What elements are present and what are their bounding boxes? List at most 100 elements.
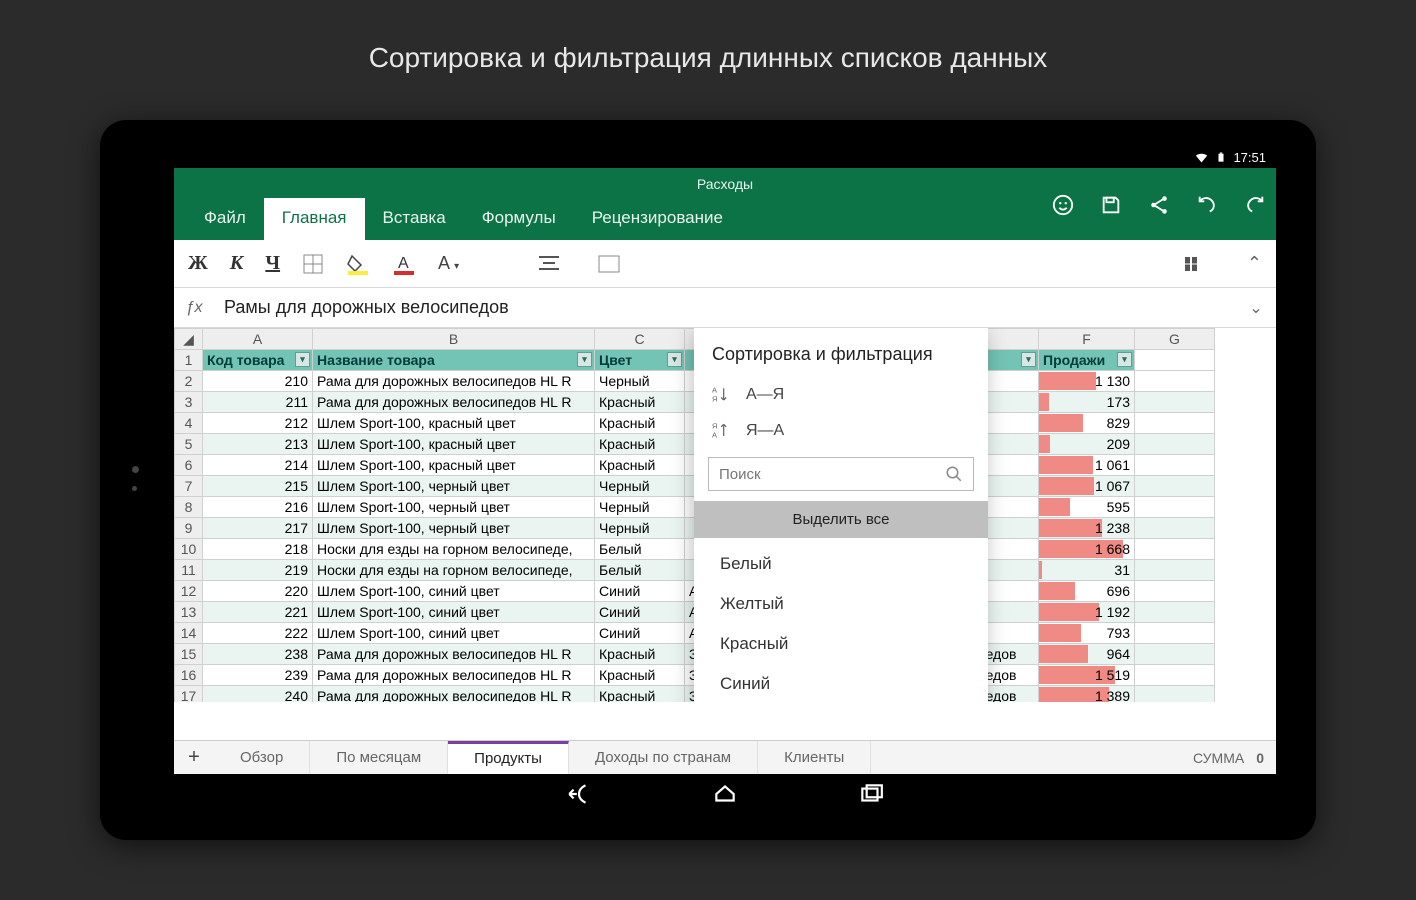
sheet-tab[interactable]: Обзор	[214, 741, 310, 774]
cell[interactable]: 238	[203, 644, 313, 665]
cell-sales[interactable]: 31	[1039, 560, 1135, 581]
underline-button[interactable]: Ч	[265, 252, 280, 275]
row-header[interactable]: 4	[175, 413, 203, 434]
cell[interactable]: 213	[203, 434, 313, 455]
cell-sales[interactable]: 1 192	[1039, 602, 1135, 623]
cell[interactable]: Шлем Sport-100, красный цвет	[313, 413, 595, 434]
cell-sales[interactable]: 173	[1039, 392, 1135, 413]
cell-sales[interactable]: 1 061	[1039, 455, 1135, 476]
row-header[interactable]: 5	[175, 434, 203, 455]
cell[interactable]: Шлем Sport-100, синий цвет	[313, 581, 595, 602]
cell[interactable]: Черный	[595, 497, 685, 518]
formula-input[interactable]: Рамы для дорожных велосипедов	[214, 297, 1236, 318]
cell[interactable]: Шлем Sport-100, черный цвет	[313, 518, 595, 539]
filter-dropdown-icon[interactable]: ▾	[1021, 352, 1036, 367]
col-header[interactable]: A	[203, 329, 313, 350]
cell-sales[interactable]: 209	[1039, 434, 1135, 455]
back-button[interactable]	[566, 781, 592, 807]
sheet-tab[interactable]: Продукты	[448, 741, 569, 774]
number-format-icon[interactable]	[597, 254, 621, 274]
cell[interactable]: Красный	[595, 392, 685, 413]
cell-sales[interactable]: 696	[1039, 581, 1135, 602]
row-header[interactable]: 11	[175, 560, 203, 581]
cell[interactable]: 222	[203, 623, 313, 644]
cell[interactable]: Рама для дорожных велосипедов HL R	[313, 686, 595, 703]
cell[interactable]: Шлем Sport-100, красный цвет	[313, 455, 595, 476]
save-icon[interactable]	[1100, 194, 1122, 216]
sheet-tab[interactable]: Клиенты	[758, 741, 871, 774]
cell[interactable]: Черный	[595, 518, 685, 539]
cell[interactable]: 210	[203, 371, 313, 392]
cell[interactable]: 240	[203, 686, 313, 703]
undo-icon[interactable]	[1196, 194, 1218, 216]
cell[interactable]: Белый	[595, 560, 685, 581]
sheet-tab[interactable]: Доходы по странам	[569, 741, 758, 774]
cell[interactable]: 211	[203, 392, 313, 413]
cell[interactable]: Рама для дорожных велосипедов HL R	[313, 392, 595, 413]
sort-desc-option[interactable]: ЯА Я—А	[694, 413, 988, 449]
sort-asc-option[interactable]: АЯ А—Я	[694, 377, 988, 413]
col-header[interactable]: G	[1135, 329, 1215, 350]
cell[interactable]: Синий	[595, 623, 685, 644]
home-button[interactable]	[712, 781, 738, 807]
filter-item[interactable]: Синий	[694, 664, 988, 702]
row-header[interactable]: 1	[175, 350, 203, 371]
cell-sales[interactable]: 1 130	[1039, 371, 1135, 392]
cell[interactable]: 219	[203, 560, 313, 581]
filter-item[interactable]: Красный	[694, 624, 988, 664]
redo-icon[interactable]	[1244, 194, 1266, 216]
cell[interactable]: Шлем Sport-100, черный цвет	[313, 497, 595, 518]
cell-sales[interactable]: 829	[1039, 413, 1135, 434]
cell-sales[interactable]: 595	[1039, 497, 1135, 518]
cell-sales[interactable]: 1 238	[1039, 518, 1135, 539]
cell-sales[interactable]: 1 519	[1039, 665, 1135, 686]
row-header[interactable]: 17	[175, 686, 203, 703]
cell[interactable]: Рама для дорожных велосипедов HL R	[313, 371, 595, 392]
collapse-ribbon-icon[interactable]: ⌃	[1247, 253, 1262, 274]
ribbon-tab-Вставка[interactable]: Вставка	[365, 198, 464, 240]
borders-icon[interactable]	[302, 253, 324, 275]
cell[interactable]: Шлем Sport-100, синий цвет	[313, 602, 595, 623]
cell[interactable]: 216	[203, 497, 313, 518]
cell[interactable]: Шлем Sport-100, черный цвет	[313, 476, 595, 497]
row-header[interactable]: 12	[175, 581, 203, 602]
cell-sales[interactable]: 964	[1039, 644, 1135, 665]
cell[interactable]: Синий	[595, 602, 685, 623]
cell[interactable]: Черный	[595, 476, 685, 497]
filter-item[interactable]: Белый	[694, 544, 988, 584]
recent-button[interactable]	[858, 781, 884, 807]
cell-sales[interactable]: 793	[1039, 623, 1135, 644]
smiley-icon[interactable]	[1052, 194, 1074, 216]
cell[interactable]: Белый	[595, 539, 685, 560]
col-header[interactable]: C	[595, 329, 685, 350]
add-sheet-button[interactable]: +	[174, 746, 214, 769]
cell[interactable]: Рама для дорожных велосипедов HL R	[313, 665, 595, 686]
cell[interactable]: Красный	[595, 455, 685, 476]
row-header[interactable]: 8	[175, 497, 203, 518]
row-header[interactable]: 3	[175, 392, 203, 413]
cell[interactable]: 215	[203, 476, 313, 497]
row-header[interactable]: 9	[175, 518, 203, 539]
row-header[interactable]: 6	[175, 455, 203, 476]
cell[interactable]: Черный	[595, 371, 685, 392]
bold-button[interactable]: Ж	[188, 252, 208, 275]
cell-sales[interactable]: 1 389	[1039, 686, 1135, 703]
table-header-cell[interactable]: Название товара▾	[313, 350, 595, 371]
font-size-button[interactable]: A ▾	[438, 253, 459, 274]
ribbon-tab-Рецензирование[interactable]: Рецензирование	[574, 198, 741, 240]
italic-button[interactable]: К	[230, 252, 244, 275]
cell[interactable]: 221	[203, 602, 313, 623]
cell-sales[interactable]: 1 067	[1039, 476, 1135, 497]
cell[interactable]: 218	[203, 539, 313, 560]
table-header-cell[interactable]: Продажи▾	[1039, 350, 1135, 371]
select-all-corner[interactable]: ◢	[175, 329, 203, 350]
cell[interactable]: 239	[203, 665, 313, 686]
filter-dropdown-icon[interactable]: ▾	[667, 352, 682, 367]
cell[interactable]: Красный	[595, 434, 685, 455]
cell[interactable]: 217	[203, 518, 313, 539]
cell[interactable]: 220	[203, 581, 313, 602]
cell[interactable]: Красный	[595, 665, 685, 686]
cell[interactable]: Шлем Sport-100, красный цвет	[313, 434, 595, 455]
fill-color-icon[interactable]	[346, 253, 370, 275]
row-header[interactable]: 15	[175, 644, 203, 665]
